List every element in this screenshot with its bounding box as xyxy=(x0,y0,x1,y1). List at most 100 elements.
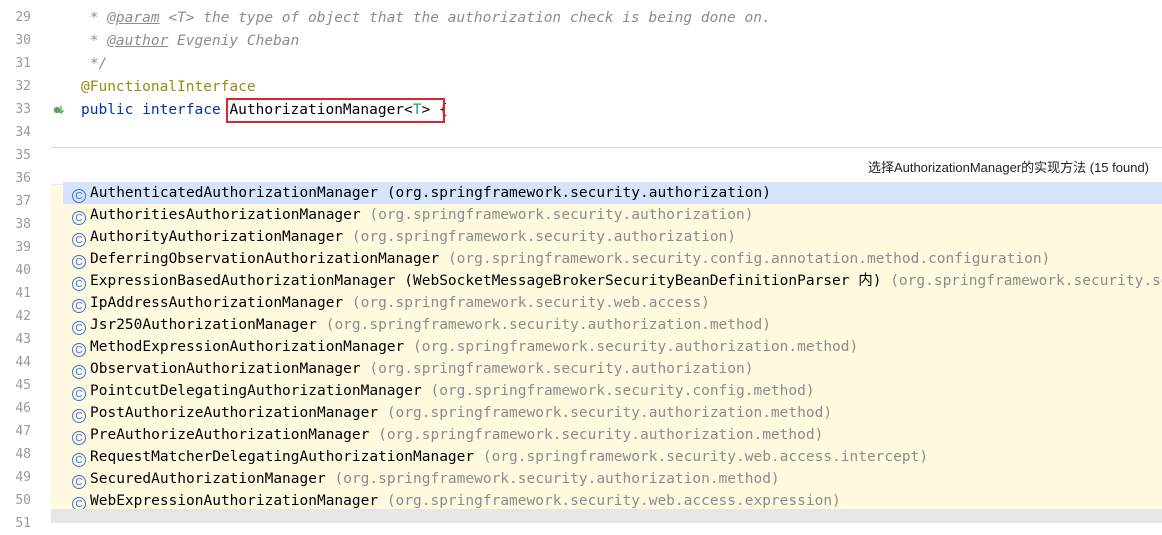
keyword-interface: interface xyxy=(142,102,221,118)
class-icon: C xyxy=(72,475,86,489)
implementation-item[interactable]: C IpAddressAuthorizationManager (org.spri… xyxy=(63,292,1162,314)
package-name: (org.springframework.security.authorizat… xyxy=(378,427,824,443)
implementation-item[interactable]: C RequestMatcherDelegatingAuthorizationMa… xyxy=(63,446,1162,468)
package-name: (org.springframework.security.web.access… xyxy=(482,449,929,465)
package-name: (org.springframework.security.authorizat… xyxy=(386,405,833,421)
line-number: 31 xyxy=(15,56,31,71)
line-number: 49 xyxy=(15,470,31,485)
class-icon: C xyxy=(72,321,86,335)
implementation-item[interactable]: C AuthorityAuthorizationManager (org.spri… xyxy=(63,226,1162,248)
package-name: (org.springframework.security.web.access… xyxy=(351,295,710,311)
class-icon: C xyxy=(72,365,86,379)
code-line-javadoc-param[interactable]: * @param <T> the type of object that the… xyxy=(81,7,771,29)
class-name: DeferringObservationAuthorizationManager xyxy=(90,251,440,267)
package-name: (org.springframework.security.authorizat… xyxy=(351,229,737,245)
comment-text: Evgeniy Cheban xyxy=(168,33,300,49)
package-name: (org.springframework.security.authorizat… xyxy=(386,185,771,201)
javadoc-tag: @param xyxy=(107,10,160,26)
class-name: SecuredAuthorizationManager xyxy=(90,471,326,487)
line-number: 29 xyxy=(15,10,31,25)
class-icon: C xyxy=(72,453,86,467)
class-name: ExpressionBasedAuthorizationManager (Web… xyxy=(90,273,882,289)
class-name: AuthenticatedAuthorizationManager xyxy=(90,185,379,201)
package-name: (org.springframework.security.authorizat… xyxy=(369,361,754,377)
line-number: 43 xyxy=(15,332,31,347)
line-number: 35 xyxy=(15,148,31,163)
implementation-item[interactable]: C ExpressionBasedAuthorizationManager (We… xyxy=(63,270,1162,292)
class-icon: C xyxy=(72,387,86,401)
implementation-item[interactable]: C AuthenticatedAuthorizationManager (org.… xyxy=(63,182,1162,204)
package-name: (org.springframework.security.securit xyxy=(890,273,1162,289)
line-number: 34 xyxy=(15,125,31,140)
code-line-annotation[interactable]: @FunctionalInterface xyxy=(81,76,256,98)
implemented-by-icon[interactable] xyxy=(52,103,66,117)
implementation-item[interactable]: C ObservationAuthorizationManager (org.sp… xyxy=(63,358,1162,380)
highlight-box xyxy=(226,98,445,123)
package-name: (org.springframework.security.authorizat… xyxy=(334,471,780,487)
comment-prefix: * xyxy=(81,10,108,26)
popup-title: 选择AuthorizationManager的实现方法 (15 found) xyxy=(867,160,1149,175)
implementation-item[interactable]: C AuthoritiesAuthorizationManager (org.sp… xyxy=(63,204,1162,226)
implementation-item[interactable]: C PostAuthorizeAuthorizationManager (org.… xyxy=(63,402,1162,424)
package-name: (org.springframework.security.authorizat… xyxy=(325,317,771,333)
implementation-item[interactable]: C Jsr250AuthorizationManager (org.springf… xyxy=(63,314,1162,336)
implementations-popup[interactable]: 选择AuthorizationManager的实现方法 (15 found) C… xyxy=(51,147,1162,523)
javadoc-tag: @author xyxy=(107,33,169,49)
code-line-comment-end[interactable]: */ xyxy=(81,53,107,75)
class-name: PreAuthorizeAuthorizationManager xyxy=(90,427,370,443)
class-name: PointcutDelegatingAuthorizationManager xyxy=(90,383,422,399)
line-number: 44 xyxy=(15,355,31,370)
implementation-item[interactable]: C PreAuthorizeAuthorizationManager (org.s… xyxy=(63,424,1162,446)
class-icon: C xyxy=(72,409,86,423)
line-number-gutter: 29 30 31 32 33 34 35 36 37 38 39 40 41 4… xyxy=(0,0,44,531)
line-number: 47 xyxy=(15,424,31,439)
class-name: PostAuthorizeAuthorizationManager xyxy=(90,405,379,421)
class-name: AuthorityAuthorizationManager xyxy=(90,229,344,245)
class-icon: C xyxy=(72,211,86,225)
keyword-public: public xyxy=(81,102,134,118)
package-name: (org.springframework.security.web.access… xyxy=(386,493,841,509)
line-number: 45 xyxy=(15,378,31,393)
line-number: 40 xyxy=(15,263,31,278)
class-icon: C xyxy=(72,299,86,313)
line-number: 48 xyxy=(15,447,31,462)
popup-header: 选择AuthorizationManager的实现方法 (15 found) xyxy=(51,148,1162,185)
comment-prefix: * xyxy=(81,33,108,49)
line-number: 37 xyxy=(15,194,31,209)
class-icon: C xyxy=(72,431,86,445)
class-name: MethodExpressionAuthorizationManager xyxy=(90,339,405,355)
implementation-item[interactable]: C DeferringObservationAuthorizationManage… xyxy=(63,248,1162,270)
line-number: 51 xyxy=(15,516,31,531)
class-icon: C xyxy=(72,189,86,203)
line-number: 32 xyxy=(15,79,31,94)
package-name: (org.springframework.security.authorizat… xyxy=(413,339,859,355)
code-line-javadoc-author[interactable]: * @author Evgeniy Cheban xyxy=(81,30,300,52)
class-icon: C xyxy=(72,277,86,291)
package-name: (org.springframework.security.authorizat… xyxy=(369,207,754,223)
line-number: 38 xyxy=(15,217,31,232)
class-name: AuthoritiesAuthorizationManager xyxy=(90,207,361,223)
class-icon: C xyxy=(72,343,86,357)
implementation-item[interactable]: C MethodExpressionAuthorizationManager (o… xyxy=(63,336,1162,358)
line-number: 50 xyxy=(15,493,31,508)
line-number: 33 xyxy=(15,102,31,117)
line-number: 30 xyxy=(15,33,31,48)
line-number: 42 xyxy=(15,309,31,324)
class-icon: C xyxy=(72,255,86,269)
popup-bottom-bar xyxy=(51,509,1162,523)
class-name: RequestMatcherDelegatingAuthorizationMan… xyxy=(90,449,475,465)
line-number: 39 xyxy=(15,240,31,255)
class-name: WebExpressionAuthorizationManager xyxy=(90,493,379,509)
package-name: (org.springframework.security.config.met… xyxy=(430,383,815,399)
line-number: 36 xyxy=(15,171,31,186)
comment-text: <T> the type of object that the authoriz… xyxy=(159,10,771,26)
implementation-item[interactable]: C SecuredAuthorizationManager (org.spring… xyxy=(63,468,1162,490)
class-name: Jsr250AuthorizationManager xyxy=(90,317,317,333)
class-name: ObservationAuthorizationManager xyxy=(90,361,361,377)
line-number: 46 xyxy=(15,401,31,416)
class-name: IpAddressAuthorizationManager xyxy=(90,295,344,311)
package-name: (org.springframework.security.config.ann… xyxy=(447,251,1051,267)
implementation-item[interactable]: C PointcutDelegatingAuthorizationManager … xyxy=(63,380,1162,402)
line-number: 41 xyxy=(15,286,31,301)
class-icon: C xyxy=(72,233,86,247)
